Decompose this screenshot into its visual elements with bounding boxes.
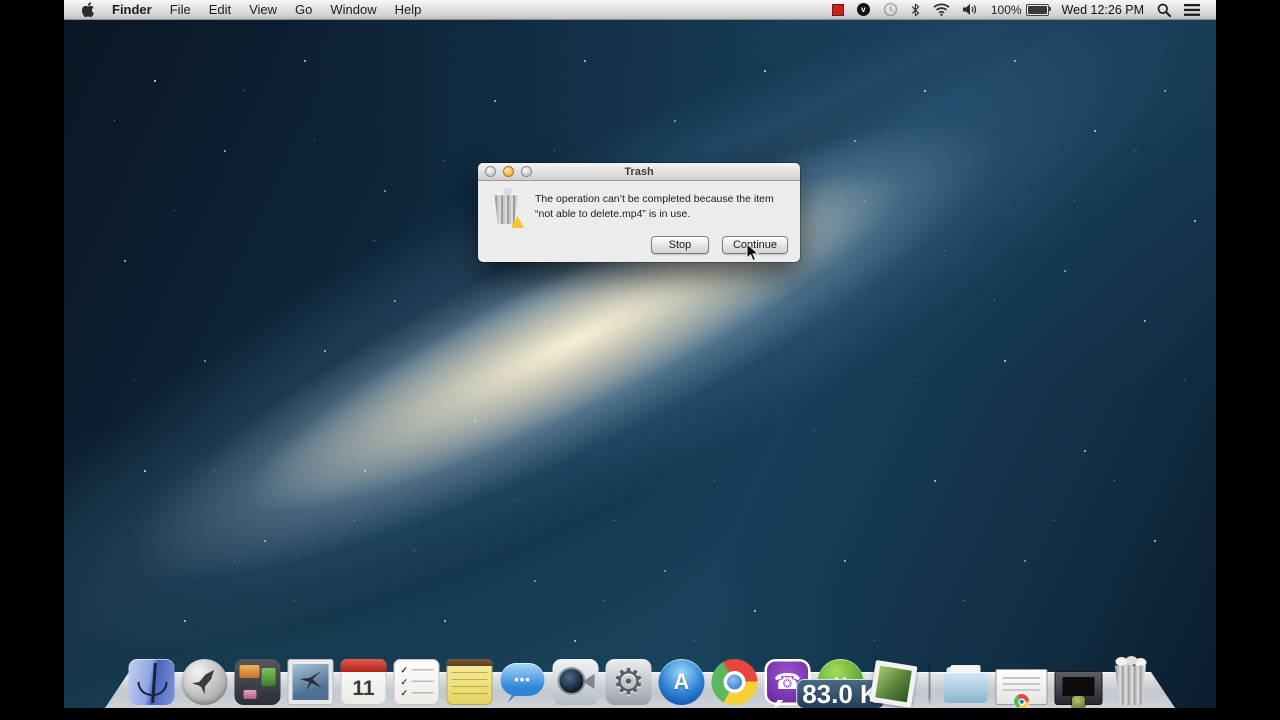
dock-calendar[interactable]: 11: [341, 659, 387, 705]
mouse-cursor: [746, 243, 759, 262]
wallpaper-galaxy: [64, 0, 1216, 708]
dock-finder[interactable]: [129, 659, 175, 705]
dock-messages[interactable]: •••: [500, 659, 546, 705]
volume-icon[interactable]: [963, 3, 978, 16]
calendar-day-number: 11: [341, 672, 387, 705]
dock-separator: [929, 657, 931, 705]
dock-minimized-dark-window[interactable]: [1055, 671, 1103, 705]
menu-file[interactable]: File: [161, 0, 200, 19]
gear-icon: ⚙: [612, 664, 644, 700]
dock-app-store[interactable]: A: [659, 659, 705, 705]
dock-downloads-folder[interactable]: [943, 659, 989, 705]
dock-reminders[interactable]: [394, 659, 440, 705]
close-button[interactable]: [485, 166, 496, 177]
dialog-message: The operation can’t be completed because…: [535, 190, 788, 226]
battery-icon[interactable]: [1026, 4, 1049, 16]
screen-recording-indicator[interactable]: [832, 4, 844, 16]
wallpaper-stars: [64, 0, 1216, 708]
minimize-button[interactable]: [503, 166, 514, 177]
zoom-button[interactable]: [521, 166, 532, 177]
dock-launchpad[interactable]: [182, 659, 228, 705]
dock-photo-viewer[interactable]: [869, 660, 917, 708]
trash-warning-icon: [490, 190, 522, 226]
dock-mail[interactable]: [288, 659, 334, 705]
dialog-titlebar[interactable]: Trash: [478, 163, 800, 181]
apple-menu[interactable]: [80, 2, 103, 17]
dock-google-chrome[interactable]: [712, 659, 758, 705]
dock-system-preferences[interactable]: ⚙: [606, 659, 652, 705]
dock-mission-control[interactable]: [235, 659, 281, 705]
dock-facetime[interactable]: [553, 659, 599, 705]
notification-center-icon[interactable]: [1184, 4, 1200, 16]
menu-window[interactable]: Window: [321, 0, 385, 19]
desktop: Finder File Edit View Go Window Help v: [64, 0, 1216, 708]
chrome-badge-icon: [1014, 694, 1029, 708]
viber-status-icon[interactable]: v: [857, 3, 870, 16]
menu-view[interactable]: View: [240, 0, 286, 19]
menubar-clock[interactable]: Wed 12:26 PM: [1062, 3, 1144, 17]
dock-trash[interactable]: [1110, 657, 1152, 705]
spotlight-icon[interactable]: [1157, 3, 1171, 17]
dock-notes[interactable]: [447, 659, 493, 705]
menu-finder[interactable]: Finder: [103, 0, 161, 19]
menu-bar: Finder File Edit View Go Window Help v: [64, 0, 1216, 20]
wifi-icon[interactable]: [933, 3, 950, 16]
dock-minimized-chrome-window[interactable]: [996, 669, 1048, 705]
bluetooth-icon[interactable]: [911, 3, 920, 17]
menu-help[interactable]: Help: [386, 0, 431, 19]
dialog-title: Trash: [624, 166, 653, 178]
menu-go[interactable]: Go: [286, 0, 321, 19]
apple-logo-icon: [82, 2, 95, 17]
stop-button[interactable]: Stop: [651, 236, 709, 254]
window-badge-icon: [1072, 696, 1085, 708]
dock: 11 ••• ⚙ A ☎ µ 83.0 K: [105, 658, 1175, 708]
dock-utorrent[interactable]: µ 83.0 K: [818, 659, 864, 705]
time-machine-icon[interactable]: [883, 2, 898, 17]
menu-edit[interactable]: Edit: [200, 0, 240, 19]
battery-percent: 100%: [991, 3, 1022, 17]
